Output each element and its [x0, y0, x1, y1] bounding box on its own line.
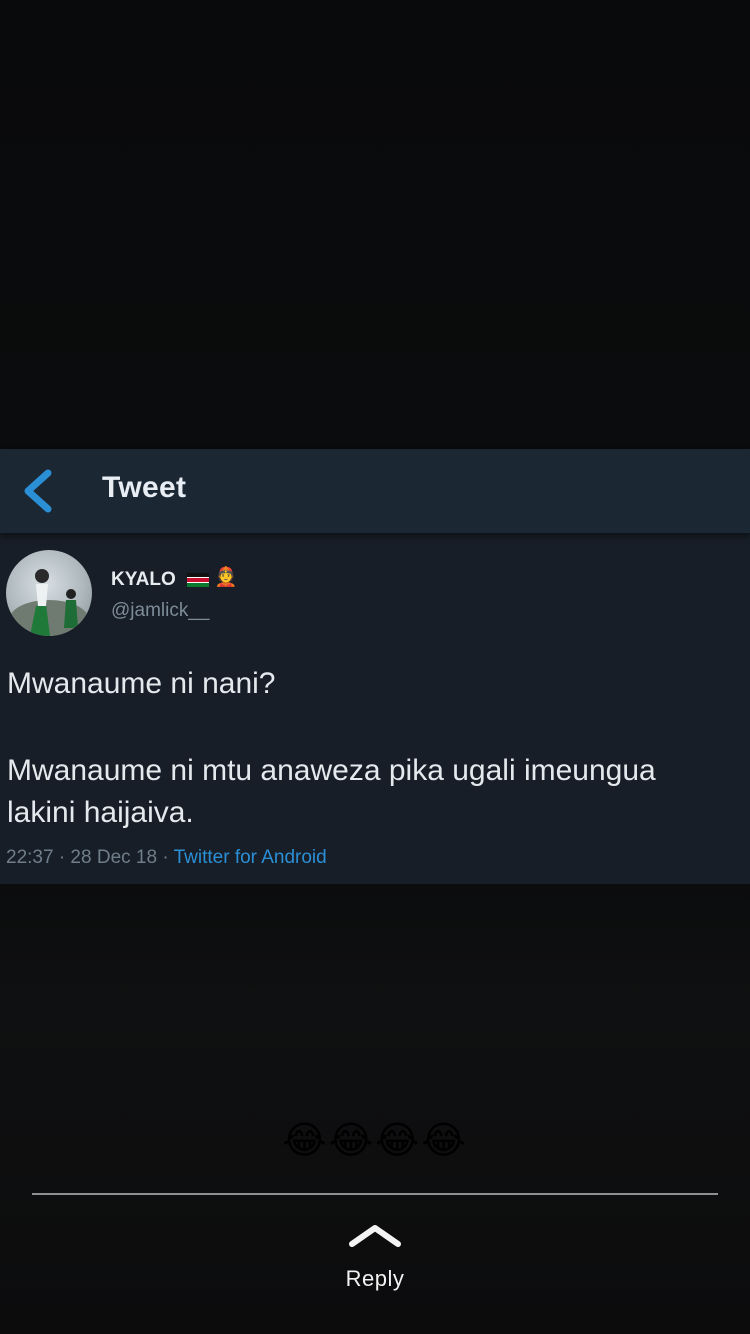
header-title: Tweet	[102, 471, 187, 504]
tweet-text-line: lakini haijaiva.	[7, 796, 194, 829]
tweet-source: Twitter for Android	[173, 847, 327, 868]
tweet-text-line: Mwanaume ni mtu anaweza pika ugali imeun…	[7, 754, 656, 787]
reply-label: Reply	[345, 1266, 405, 1291]
person-emoji-icon: 👲	[214, 567, 238, 588]
avatar-photo-icon	[9, 569, 89, 636]
divider	[32, 1193, 718, 1195]
tweet-timestamp: 22:37 · 28 Dec 18 ·	[6, 847, 174, 868]
chevron-up-icon	[349, 1225, 401, 1247]
tweet-text-line: Mwanaume ni nani?	[7, 667, 276, 700]
story-screen: Tweet KYALO 👲 @jamlick__ Mwanaume ni nan…	[0, 0, 750, 1334]
tweet-screenshot-image: Tweet KYALO 👲 @jamlick__ Mwanaume ni nan…	[0, 449, 750, 884]
tweet-meta: 22:37 · 28 Dec 18 · Twitter for Android	[6, 847, 327, 869]
author-display-name: KYALO	[111, 569, 176, 590]
story-caption: 😂😂😂😂	[282, 1120, 468, 1162]
avatar	[6, 550, 92, 636]
back-arrow-icon	[24, 469, 52, 513]
kenya-flag-icon	[187, 573, 209, 587]
tweet-header: Tweet	[0, 449, 750, 534]
reply-button[interactable]: Reply	[325, 1218, 425, 1298]
author-handle: @jamlick__	[111, 600, 210, 621]
